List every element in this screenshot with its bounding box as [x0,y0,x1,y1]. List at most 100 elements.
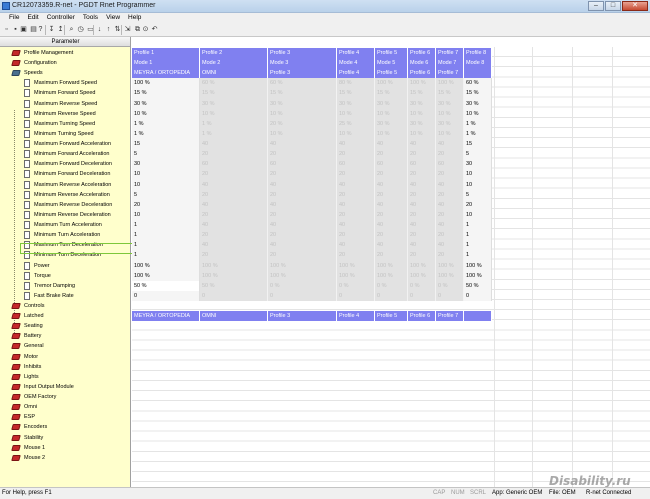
value-cell[interactable]: 10 [132,179,200,190]
value-cell[interactable]: 20 [200,189,268,200]
value-cell[interactable]: 40 [268,199,337,210]
value-cell[interactable]: 5 [132,189,200,200]
value-cell[interactable]: 0 % [408,280,436,291]
value-cell[interactable]: 40 [200,179,268,190]
new-icon[interactable]: ▫ [2,25,11,34]
value-cell[interactable]: 20 [268,149,337,160]
value-cell[interactable]: 1 % [132,128,200,140]
value-cell[interactable]: 50 % [200,280,268,291]
tree-item-inhibits[interactable]: Inhibits [0,362,130,372]
value-cell[interactable]: 1 [132,240,200,251]
tree-item-maximum-reverse-acceleration[interactable]: Maximum Reverse Acceleration [0,180,130,190]
value-cell[interactable]: 30 [464,159,492,170]
tree-item-maximum-reverse-speed[interactable]: Maximum Reverse Speed [0,99,130,109]
import-icon[interactable]: ⇲ [123,25,132,34]
value-cell[interactable]: 100 % [132,260,200,271]
value-cell[interactable]: 1 [464,230,492,241]
value-cell[interactable]: 10 [464,169,492,180]
value-cell[interactable]: 20 [375,189,408,200]
tree-item-minimum-turn-deceleration[interactable]: Minimum Turn Deceleration [0,250,130,260]
value-cell[interactable]: 40 [268,179,337,190]
value-cell[interactable]: 30 % [337,98,375,109]
value-cell[interactable]: 40 [408,220,436,231]
minimize-button[interactable]: – [588,1,604,11]
value-cell[interactable]: 30 % [268,98,337,109]
value-cell[interactable]: 10 [132,209,200,221]
tree-item-minimum-turn-acceleration[interactable]: Minimum Turn Acceleration [0,230,130,240]
value-cell[interactable]: 1 [464,240,492,251]
value-cell[interactable]: 40 [408,179,436,190]
value-cell[interactable]: 30 % [408,98,436,109]
value-cell[interactable]: 0 [337,290,375,301]
menu-view[interactable]: View [106,13,120,23]
value-cell[interactable]: 50 % [464,280,492,291]
value-cell[interactable]: 20 [436,189,464,200]
close-button[interactable]: ✕ [622,1,648,11]
value-cell[interactable]: 20 [337,169,375,180]
tree-item-profile-management[interactable]: Profile Management [0,48,130,58]
value-cell[interactable]: 30 % [436,98,464,109]
value-cell[interactable]: 10 [464,209,492,221]
value-cell[interactable]: 1 [132,230,200,241]
value-cell[interactable]: 40 [268,220,337,231]
value-cell[interactable]: 0 [464,290,492,301]
value-cell[interactable]: 30 % [464,98,492,109]
value-cell[interactable]: 100 % [408,260,436,271]
value-cell[interactable]: 100 % [337,270,375,281]
tree-item-lights[interactable]: Lights [0,372,130,382]
value-cell[interactable]: 40 [200,199,268,210]
value-cell[interactable]: 20 [337,149,375,160]
value-cell[interactable]: 15 % [337,88,375,99]
up-arrow-icon[interactable]: ↑ [104,25,113,34]
value-cell[interactable]: 20 [436,230,464,241]
value-cell[interactable]: 20 [408,149,436,160]
value-cell[interactable]: 40 [200,139,268,150]
value-cell[interactable]: 100 % [408,270,436,281]
value-cell[interactable]: 30 % [408,118,436,129]
value-cell[interactable]: 1 % [464,118,492,129]
value-cell[interactable]: 60 % [464,78,492,89]
tree-item-maximum-forward-acceleration[interactable]: Maximum Forward Acceleration [0,139,130,149]
tree-item-maximum-forward-deceleration[interactable]: Maximum Forward Deceleration [0,159,130,169]
value-cell[interactable]: 40 [436,220,464,231]
value-cell[interactable]: 10 % [337,128,375,140]
value-cell[interactable]: 15 % [375,88,408,99]
value-cell[interactable]: 100 % [268,270,337,281]
tree-item-latched[interactable]: Latched [0,311,130,321]
menu-controller[interactable]: Controller [47,13,75,23]
tree-item-minimum-reverse-deceleration[interactable]: Minimum Reverse Deceleration [0,210,130,220]
value-cell[interactable]: 15 % [200,88,268,99]
value-cell[interactable]: 10 % [337,108,375,119]
value-cell[interactable]: 10 % [436,128,464,140]
value-cell[interactable]: 20 [337,189,375,200]
value-cell[interactable]: 10 % [375,128,408,140]
read-icon[interactable]: ↧ [47,25,56,34]
value-cell[interactable]: 20 [200,230,268,241]
value-cell[interactable]: 40 [375,220,408,231]
tree-item-speeds[interactable]: Speeds [0,68,130,78]
value-cell[interactable]: 100 % [375,270,408,281]
save-icon[interactable]: ▣ [19,25,28,34]
value-cell[interactable]: 100 % [200,260,268,271]
value-cell[interactable]: 30 % [436,118,464,129]
value-cell[interactable]: 0 % [436,280,464,291]
value-cell[interactable]: 10 % [436,108,464,119]
value-cell[interactable]: 20 [408,209,436,221]
value-cell[interactable]: 10 [464,179,492,190]
value-cell[interactable]: 100 % [268,260,337,271]
tree-item-encoders[interactable]: Encoders [0,422,130,432]
value-cell[interactable]: 10 % [132,108,200,119]
value-cell[interactable]: 1 % [464,128,492,140]
value-cell[interactable]: 100 % [375,260,408,271]
value-cell[interactable]: 20 [408,230,436,241]
value-cell[interactable]: 30 % [132,98,200,109]
undo-icon[interactable]: ↶ [150,25,159,34]
value-cell[interactable]: 0 [200,290,268,301]
value-cell[interactable]: 100 % [337,260,375,271]
menu-file[interactable]: File [9,13,19,23]
value-cell[interactable]: 100 % [436,260,464,271]
value-cell[interactable]: 40 [408,240,436,251]
value-cell[interactable]: 40 [436,240,464,251]
value-cell[interactable]: 5 [464,149,492,160]
tree-item-esp[interactable]: ESP [0,412,130,422]
